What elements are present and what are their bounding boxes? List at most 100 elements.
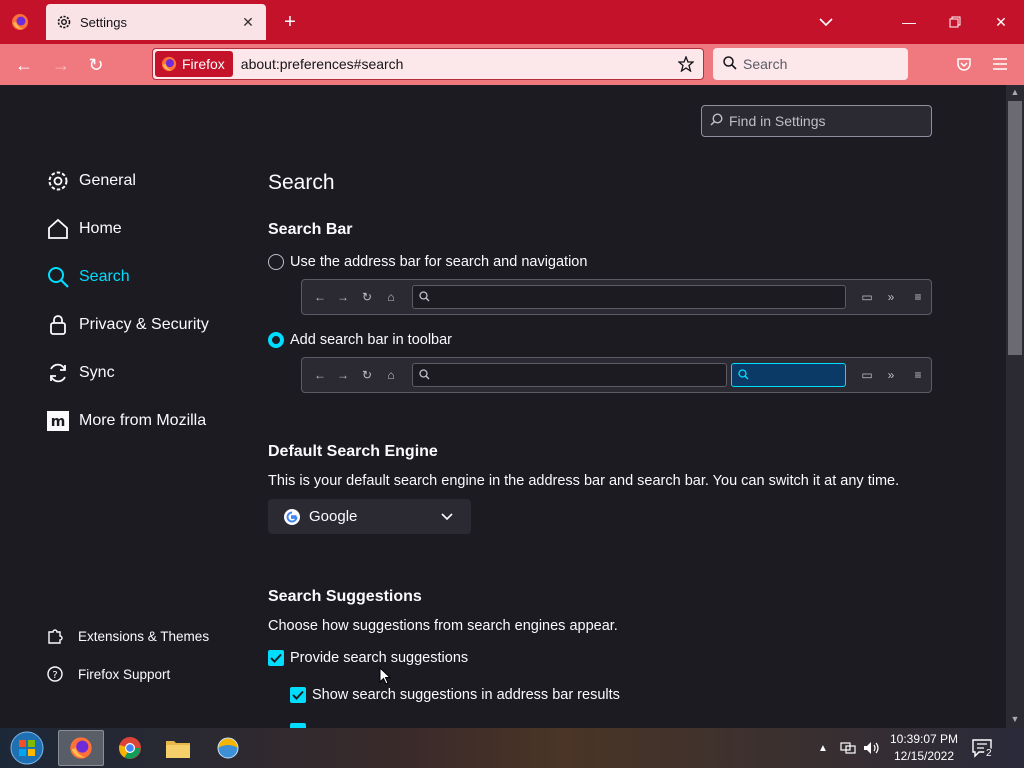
restore-button[interactable] bbox=[932, 0, 978, 44]
sidebar-footer-label: Firefox Support bbox=[78, 666, 171, 682]
firefox-logo-icon bbox=[161, 56, 177, 72]
default-engine-description: This is your default search engine in th… bbox=[268, 473, 900, 489]
google-logo-icon bbox=[284, 508, 300, 525]
scrollbar-thumb[interactable] bbox=[1008, 101, 1022, 355]
tab-settings[interactable]: Settings ✕ bbox=[46, 4, 266, 40]
gear-icon bbox=[56, 14, 72, 30]
bookmark-star-icon[interactable] bbox=[673, 51, 699, 77]
url-text[interactable]: about:preferences#search bbox=[241, 56, 673, 72]
selected-engine-label: Google bbox=[309, 508, 358, 525]
sidebar-item-home[interactable]: Home bbox=[45, 214, 122, 244]
sidebar-icon: ▭ bbox=[861, 290, 873, 304]
radio-add-search-bar[interactable]: Add search bar in toolbar bbox=[268, 332, 452, 348]
help-icon: ? bbox=[45, 664, 65, 684]
close-window-button[interactable]: ✕ bbox=[978, 0, 1024, 44]
svg-text:m: m bbox=[51, 414, 66, 430]
sidebar-item-search[interactable]: Search bbox=[45, 262, 130, 292]
notifications-icon[interactable]: 2 bbox=[968, 728, 996, 768]
radio-label: Use the address bar for search and navig… bbox=[290, 254, 588, 270]
settings-content: Find in Settings General Home Search Pri… bbox=[0, 85, 1006, 728]
overflow-chevron-icon: » bbox=[887, 290, 895, 304]
volume-icon[interactable] bbox=[862, 728, 882, 768]
taskbar-chrome[interactable] bbox=[110, 728, 150, 768]
search-suggestions-heading: Search Suggestions bbox=[268, 588, 422, 605]
find-in-settings-placeholder: Find in Settings bbox=[729, 113, 826, 129]
back-arrow-icon: ← bbox=[314, 290, 326, 304]
checkbox-provide-suggestions[interactable]: Provide search suggestions bbox=[268, 650, 468, 666]
start-button[interactable] bbox=[6, 728, 48, 768]
network-icon[interactable] bbox=[838, 728, 858, 768]
clock-time: 10:39:07 PM bbox=[889, 732, 959, 746]
checkbox-checked[interactable] bbox=[268, 650, 284, 666]
checkbox-checked[interactable] bbox=[290, 687, 306, 703]
pocket-icon[interactable] bbox=[952, 52, 976, 76]
vertical-scrollbar[interactable]: ▲ ▼ bbox=[1006, 85, 1024, 728]
overflow-chevron-icon: » bbox=[887, 368, 895, 382]
sidebar-item-label: Home bbox=[79, 220, 122, 237]
address-bar-preview: ← → ↻ ⌂ ▭ » ≡ bbox=[301, 279, 932, 315]
sidebar-item-more-from-mozilla[interactable]: m More from Mozilla bbox=[45, 406, 206, 436]
sidebar-link-extensions-themes[interactable]: Extensions & Themes bbox=[45, 624, 209, 648]
address-bar[interactable]: Firefox about:preferences#search bbox=[152, 48, 704, 80]
forward-arrow-icon: → bbox=[337, 368, 349, 382]
radio-use-address-bar[interactable]: Use the address bar for search and navig… bbox=[268, 254, 587, 270]
magnifier-icon bbox=[723, 55, 737, 73]
toolbar-search-input[interactable]: Search bbox=[713, 48, 908, 80]
windows-taskbar: ▲ 2 bbox=[0, 728, 1024, 768]
new-tab-button[interactable]: + bbox=[278, 10, 302, 34]
suggestions-description: Choose how suggestions from search engin… bbox=[268, 618, 618, 634]
sync-icon bbox=[45, 360, 71, 386]
firefox-view-icon[interactable] bbox=[8, 10, 32, 34]
tab-title: Settings bbox=[80, 14, 127, 30]
scroll-up-arrow-icon[interactable]: ▲ bbox=[1009, 87, 1021, 99]
find-in-settings-input[interactable]: Find in Settings bbox=[701, 105, 932, 137]
folder-icon bbox=[166, 741, 190, 758]
magnifier-icon bbox=[419, 369, 430, 380]
close-tab-icon[interactable]: ✕ bbox=[236, 10, 260, 34]
search-bar-preview: ← → ↻ ⌂ ▭ » ≡ bbox=[301, 357, 932, 393]
menu-icon: ≡ bbox=[914, 368, 922, 382]
sidebar-item-sync[interactable]: Sync bbox=[45, 358, 115, 388]
home-icon bbox=[45, 216, 71, 242]
list-tabs-chevron-icon[interactable] bbox=[814, 10, 838, 34]
taskbar-clock[interactable]: 10:39:07 PM 12/15/2022 bbox=[886, 731, 962, 765]
forward-arrow-icon: → bbox=[337, 290, 349, 304]
menu-icon: ≡ bbox=[914, 290, 922, 304]
checkbox-label: Show search suggestions in address bar r… bbox=[312, 687, 620, 703]
sidebar-item-privacy-security[interactable]: Privacy & Security bbox=[45, 310, 209, 340]
checkbox-show-in-address-bar[interactable]: Show search suggestions in address bar r… bbox=[290, 687, 620, 703]
svg-text:?: ? bbox=[52, 670, 57, 681]
checkbox-label: Provide search suggestions bbox=[290, 650, 469, 666]
home-icon: ⌂ bbox=[387, 368, 395, 382]
reload-icon: ↻ bbox=[361, 368, 373, 382]
sidebar-item-general[interactable]: General bbox=[45, 166, 136, 196]
minimize-button[interactable]: — bbox=[886, 0, 932, 44]
firefox-logo-icon bbox=[70, 737, 92, 759]
back-arrow-icon: ← bbox=[314, 368, 326, 382]
identity-box[interactable]: Firefox bbox=[155, 51, 233, 77]
show-hidden-icons-chevron-icon[interactable]: ▲ bbox=[816, 728, 830, 768]
taskbar-firefox[interactable] bbox=[58, 730, 104, 766]
radio-button[interactable] bbox=[268, 254, 284, 270]
radio-button-selected[interactable] bbox=[268, 332, 284, 348]
chevron-down-icon bbox=[441, 508, 453, 525]
back-arrow-icon[interactable]: ← bbox=[11, 52, 37, 78]
page-title: Search bbox=[268, 171, 335, 194]
search-bar-heading: Search Bar bbox=[268, 221, 353, 238]
hamburger-menu-icon[interactable] bbox=[988, 52, 1012, 76]
preview-url-bar bbox=[412, 363, 727, 387]
scroll-down-arrow-icon[interactable]: ▼ bbox=[1009, 714, 1021, 726]
sidebar-link-firefox-support[interactable]: ? Firefox Support bbox=[45, 662, 170, 686]
reload-icon[interactable]: ↻ bbox=[83, 52, 109, 78]
sidebar-footer-label: Extensions & Themes bbox=[78, 628, 210, 644]
mozilla-icon: m bbox=[45, 408, 71, 434]
default-engine-select[interactable]: Google bbox=[268, 499, 471, 534]
notification-count-badge: 2 bbox=[984, 748, 994, 759]
forward-arrow-icon[interactable]: → bbox=[48, 52, 74, 78]
taskbar-file-explorer[interactable] bbox=[158, 728, 198, 768]
app-globe-icon bbox=[217, 737, 239, 759]
tab-strip: Settings ✕ + — ✕ bbox=[0, 0, 1024, 44]
preview-url-bar bbox=[412, 285, 846, 309]
taskbar-app[interactable] bbox=[208, 728, 248, 768]
sidebar-item-label: General bbox=[79, 172, 136, 189]
